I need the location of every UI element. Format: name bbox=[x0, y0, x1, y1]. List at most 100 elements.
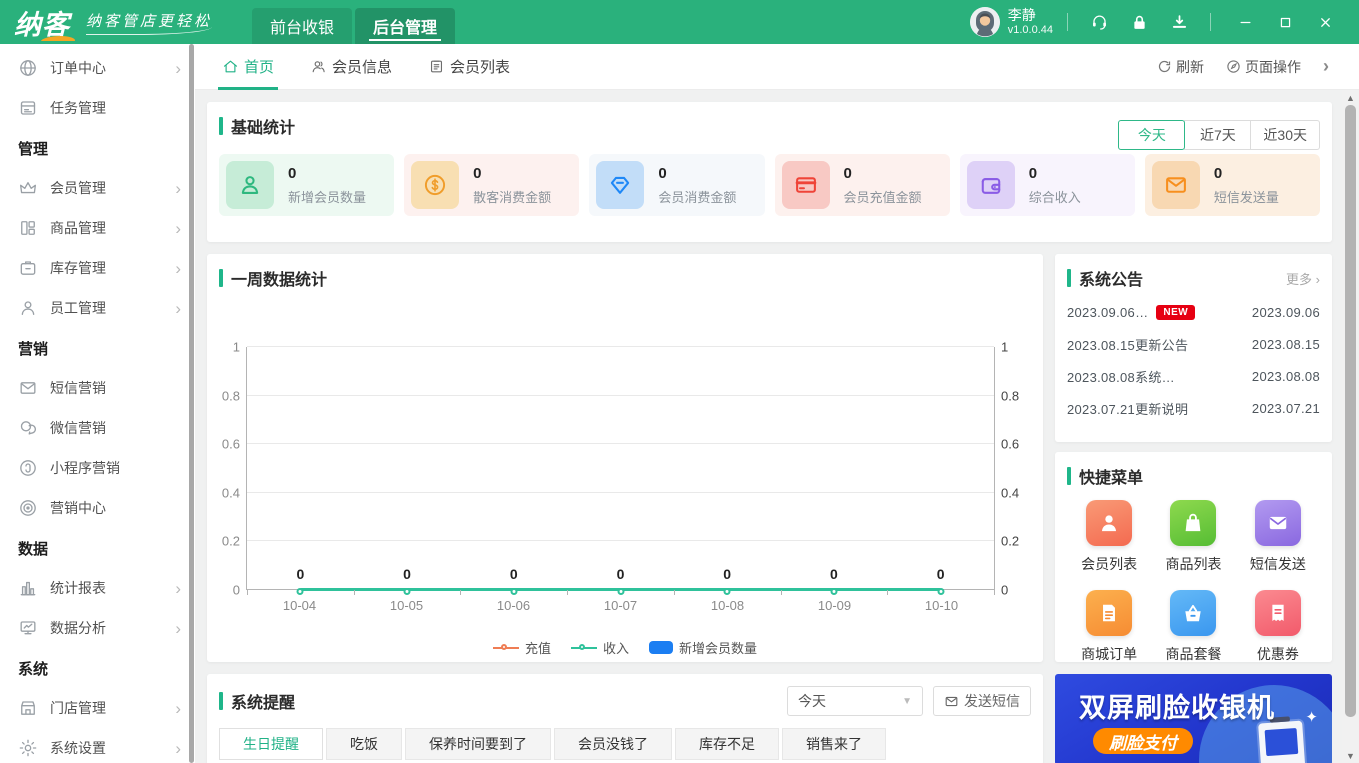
avatar[interactable] bbox=[969, 7, 1000, 37]
sidebar-item[interactable]: 微信营销 bbox=[0, 408, 195, 448]
quick-menu-item[interactable]: 商品列表 bbox=[1165, 500, 1221, 574]
tab-0[interactable]: 首页 bbox=[217, 44, 279, 90]
chevron-right-icon[interactable]: › bbox=[1323, 56, 1329, 77]
announcement-title-text: 2023.09.06… bbox=[1067, 304, 1149, 320]
order-fill-icon bbox=[1086, 590, 1133, 636]
chevron-right-icon: › bbox=[175, 58, 181, 78]
title-accent-bar bbox=[219, 117, 223, 135]
sidebar-item[interactable]: 营销中心 bbox=[0, 488, 195, 528]
reminder-tab[interactable]: 会员没钱了 bbox=[554, 728, 672, 760]
announcement-row[interactable]: 2023.08.15更新公告 2023.08.15 bbox=[1067, 328, 1320, 360]
divider bbox=[1067, 13, 1068, 31]
reminder-tab[interactable]: 库存不足 bbox=[675, 728, 779, 760]
sidebar-scrollbar[interactable] bbox=[189, 44, 194, 763]
chevron-right-icon: › bbox=[175, 178, 181, 198]
sidebar-item[interactable]: 数据分析 › bbox=[0, 608, 195, 648]
customer-service-icon[interactable] bbox=[1082, 7, 1116, 37]
quick-menu-item[interactable]: 优惠券 bbox=[1254, 590, 1301, 664]
gridline bbox=[247, 346, 994, 347]
range-button[interactable]: 今天 bbox=[1118, 120, 1186, 150]
refresh-button[interactable]: 刷新 bbox=[1157, 57, 1204, 77]
announcement-date: 2023.08.15 bbox=[1251, 336, 1320, 352]
legend-item[interactable]: 新增会员数量 bbox=[649, 638, 757, 657]
sidebar-item[interactable]: 门店管理 › bbox=[0, 688, 195, 728]
scroll-up-arrow[interactable]: ▲ bbox=[1342, 90, 1359, 105]
announcement-row[interactable]: 2023.08.08系统… 2023.08.08 bbox=[1067, 360, 1320, 392]
announcement-row[interactable]: 2023.09.06… NEW 2023.09.06 bbox=[1067, 296, 1320, 328]
refresh-label: 刷新 bbox=[1176, 58, 1204, 75]
range-button[interactable]: 近7天 bbox=[1184, 120, 1252, 150]
reminder-tab[interactable]: 吃饭 bbox=[326, 728, 402, 760]
minimize-icon[interactable] bbox=[1225, 7, 1265, 37]
sidebar-section-header: 营销 bbox=[18, 340, 49, 358]
page-actions-button[interactable]: 页面操作 bbox=[1226, 57, 1301, 77]
sidebar-item[interactable]: 小程序营销 bbox=[0, 448, 195, 488]
legend-swatch bbox=[649, 641, 673, 654]
sidebar-item[interactable]: 商品管理 › bbox=[0, 208, 195, 248]
announcements-more-link[interactable]: 更多 › bbox=[1286, 269, 1320, 288]
sidebar-item-label: 营销中心 bbox=[50, 500, 106, 516]
topbar: 纳客 纳客管店更轻松 前台收银 后台管理 李静 v1.0.0.44 bbox=[0, 0, 1359, 44]
list-icon bbox=[428, 58, 445, 75]
maximize-icon[interactable] bbox=[1265, 7, 1305, 37]
range-button[interactable]: 近30天 bbox=[1250, 120, 1320, 150]
quick-menu-item[interactable]: 会员列表 bbox=[1081, 500, 1137, 574]
quick-menu-label: 商品列表 bbox=[1165, 556, 1222, 572]
announcement-date: 2023.07.21 bbox=[1251, 400, 1320, 416]
title-accent-bar bbox=[1067, 269, 1071, 287]
close-icon[interactable] bbox=[1305, 7, 1345, 37]
y-axis-tick: 0.8 bbox=[221, 388, 240, 404]
sidebar-item[interactable]: 短信营销 bbox=[0, 368, 195, 408]
legend-label: 收入 bbox=[602, 641, 629, 656]
send-sms-button[interactable]: 发送短信 bbox=[933, 686, 1031, 716]
miniprogram-icon bbox=[18, 458, 38, 478]
x-axis-label: 10-07 bbox=[603, 598, 638, 613]
quick-menu-label: 商品套餐 bbox=[1165, 646, 1222, 662]
sidebar-item[interactable]: 统计报表 › bbox=[0, 568, 195, 608]
reminders-title: 系统提醒 bbox=[219, 689, 295, 713]
lock-icon[interactable] bbox=[1122, 7, 1156, 37]
store-icon bbox=[18, 698, 38, 718]
app-version: v1.0.0.44 bbox=[1007, 23, 1053, 36]
stat-card-text: 0 综合收入 bbox=[1029, 165, 1081, 206]
legend-swatch bbox=[570, 643, 597, 650]
quick-menu-item[interactable]: 商品套餐 bbox=[1165, 590, 1221, 664]
legend-item[interactable]: 收入 bbox=[570, 638, 629, 657]
x-axis-tick bbox=[673, 590, 675, 595]
sidebar-item[interactable]: 订单中心 › bbox=[0, 48, 195, 88]
gridline bbox=[247, 540, 994, 542]
topbar-tab-backend[interactable]: 后台管理 bbox=[355, 8, 456, 44]
tab-2[interactable]: 会员列表 bbox=[428, 44, 510, 90]
scrollbar-thumb[interactable] bbox=[1345, 105, 1356, 717]
analysis-icon bbox=[18, 618, 38, 638]
download-icon[interactable] bbox=[1162, 7, 1196, 37]
x-axis-label: 10-08 bbox=[710, 598, 745, 613]
announcement-title: 2023.08.15更新公告 bbox=[1067, 335, 1188, 354]
quick-menu-panel: 快捷菜单 会员列表 商品列表 短信发送 商城订单 商品套餐 优惠券 bbox=[1055, 452, 1332, 662]
y-axis-tick: 0.2 bbox=[221, 533, 240, 549]
announcement-title: 2023.09.06… NEW bbox=[1067, 304, 1196, 320]
tab-1[interactable]: 会员信息 bbox=[310, 44, 392, 90]
reminder-filter-select[interactable]: 今天 ▼ bbox=[787, 686, 923, 716]
announcement-date: 2023.08.08 bbox=[1251, 368, 1320, 384]
reminder-tab[interactable]: 保养时间要到了 bbox=[405, 728, 551, 760]
sidebar-item[interactable]: 任务管理 bbox=[0, 88, 195, 128]
reminder-tab[interactable]: 销售来了 bbox=[782, 728, 886, 760]
sidebar-item[interactable]: 会员管理 › bbox=[0, 168, 195, 208]
y-axis-tick: 0.4 bbox=[221, 485, 240, 501]
legend-item[interactable]: 充值 bbox=[492, 638, 551, 657]
sidebar-item[interactable]: 库存管理 › bbox=[0, 248, 195, 288]
member-add-icon bbox=[226, 161, 274, 209]
topbar-tab-frontend[interactable]: 前台收银 bbox=[252, 8, 353, 44]
quick-menu-item[interactable]: 短信发送 bbox=[1250, 500, 1306, 574]
announcement-row[interactable]: 2023.07.21更新说明 2023.07.21 bbox=[1067, 392, 1320, 424]
quick-menu-item[interactable]: 商城订单 bbox=[1081, 590, 1137, 664]
scroll-down-arrow[interactable]: ▼ bbox=[1342, 748, 1359, 763]
sidebar-item[interactable]: 员工管理 › bbox=[0, 288, 195, 328]
user-name: 李静 bbox=[1007, 7, 1036, 23]
chevron-right-icon: › bbox=[175, 298, 181, 318]
sidebar-item[interactable]: 系统设置 › bbox=[0, 728, 195, 763]
ad-banner[interactable]: ✦ 双屏刷脸收银机 刷脸支付 bbox=[1055, 674, 1332, 763]
reminder-tab[interactable]: 生日提醒 bbox=[219, 728, 323, 760]
page-actions-label: 页面操作 bbox=[1245, 58, 1301, 75]
